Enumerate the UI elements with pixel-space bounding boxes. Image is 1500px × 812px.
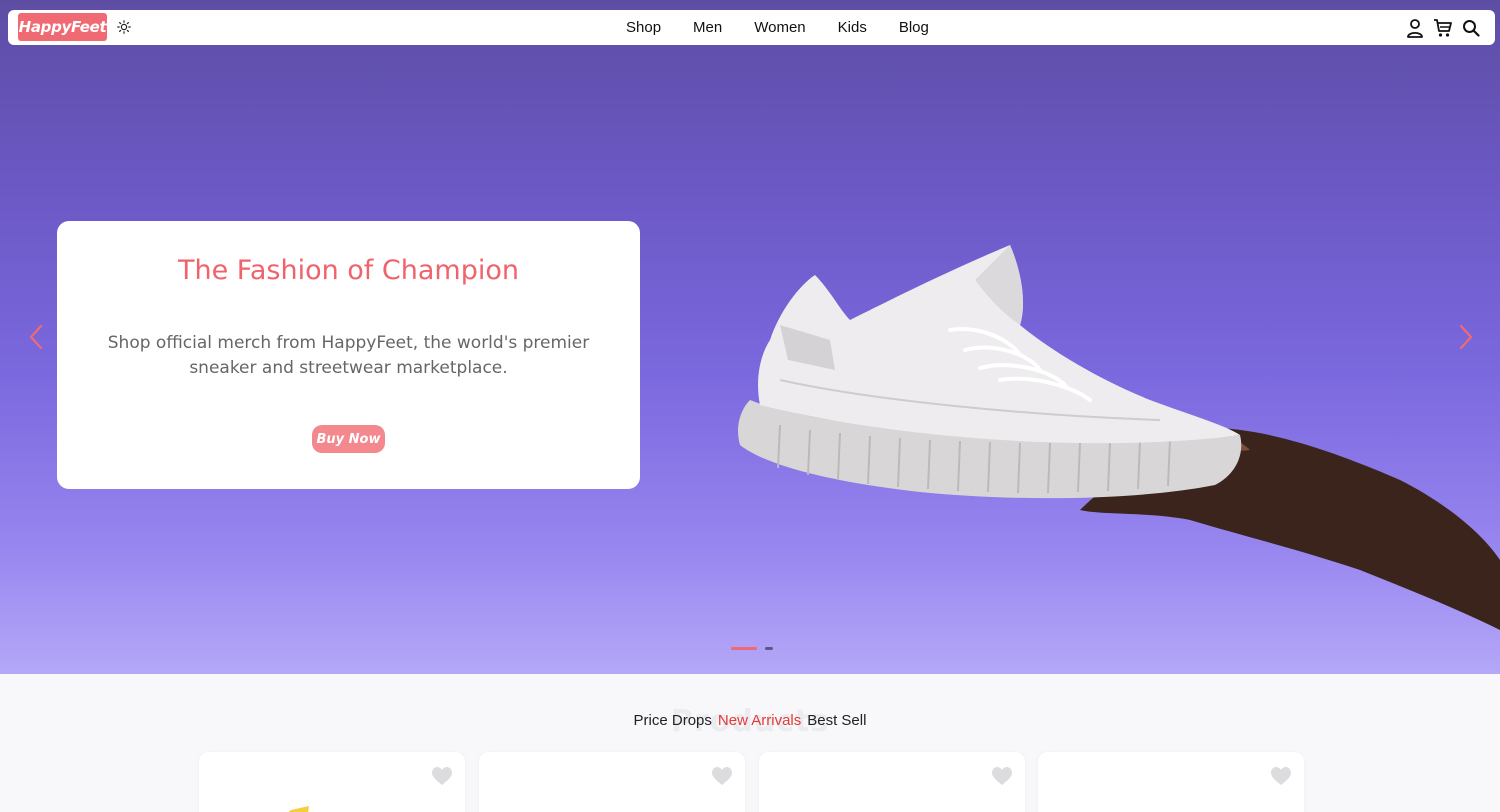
chevron-left-icon[interactable]	[24, 322, 48, 352]
cart-icon[interactable]	[1433, 18, 1453, 38]
nav-link-shop[interactable]: Shop	[624, 19, 663, 36]
product-card[interactable]	[199, 752, 465, 812]
search-icon[interactable]	[1461, 18, 1481, 38]
brand-logo[interactable]: HappyFeet	[18, 13, 107, 41]
tab-new-arrivals[interactable]: New Arrivals	[718, 712, 801, 729]
products-section: Products Price Drops New Arrivals Best S…	[0, 674, 1500, 812]
hero-title: The Fashion of Champion	[178, 255, 519, 286]
carousel-dot-1[interactable]	[731, 647, 757, 650]
tab-price-drops[interactable]: Price Drops	[634, 712, 712, 729]
product-card[interactable]	[759, 752, 1025, 812]
product-card[interactable]	[1038, 752, 1304, 812]
user-icon[interactable]	[1405, 18, 1425, 38]
tab-best-sell[interactable]: Best Sell	[807, 712, 866, 729]
hero-subtitle: Shop official merch from HappyFeet, the …	[107, 333, 590, 378]
buy-now-button[interactable]: Buy Now	[312, 425, 385, 453]
carousel-dot-2[interactable]	[765, 647, 773, 650]
nav-link-blog[interactable]: Blog	[897, 19, 931, 36]
product-tabs: Price Drops New Arrivals Best Sell	[0, 712, 1500, 729]
nav-link-kids[interactable]: Kids	[836, 19, 869, 36]
heart-icon[interactable]	[1270, 766, 1292, 786]
chevron-right-icon[interactable]	[1454, 322, 1478, 352]
hero-card: The Fashion of Champion Shop official me…	[57, 221, 640, 489]
heart-icon[interactable]	[711, 766, 733, 786]
carousel-indicators	[731, 647, 773, 650]
sun-icon[interactable]	[116, 19, 132, 35]
heart-icon[interactable]	[991, 766, 1013, 786]
product-thumb	[288, 806, 309, 812]
hero-banner: HappyFeet Shop Men Women Kids Blog The F…	[0, 0, 1500, 674]
heart-icon[interactable]	[431, 766, 453, 786]
nav-link-women[interactable]: Women	[752, 19, 807, 36]
hero-shoe-image	[738, 245, 1500, 630]
nav-link-men[interactable]: Men	[691, 19, 724, 36]
nav-actions	[1405, 10, 1481, 45]
main-nav: Shop Men Women Kids Blog	[624, 10, 931, 45]
product-card[interactable]	[479, 752, 745, 812]
navbar: HappyFeet Shop Men Women Kids Blog	[8, 10, 1495, 45]
